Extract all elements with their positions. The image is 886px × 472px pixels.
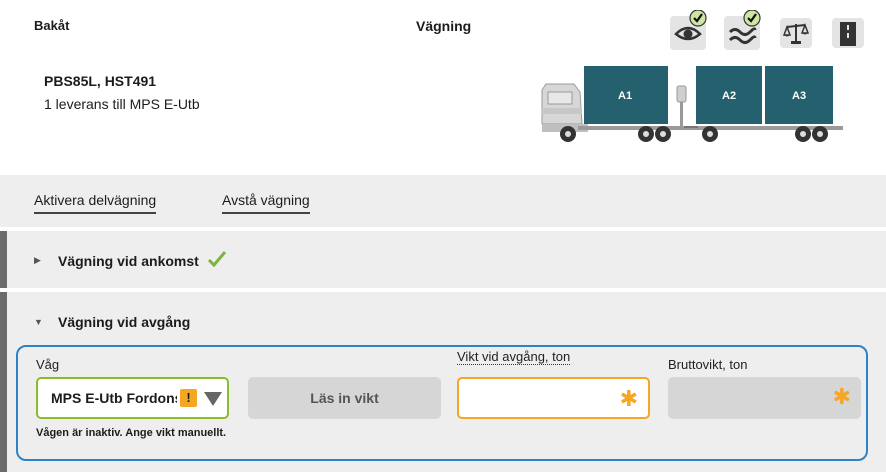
wave-check-icon[interactable]: [722, 9, 762, 50]
arrival-weighing-toggle[interactable]: ▶ Vägning vid ankomst: [34, 250, 227, 271]
vehicle-id: PBS85L, HST491: [44, 73, 157, 89]
expand-triangle-icon: ▶: [34, 255, 41, 265]
page-title: Vägning: [416, 18, 472, 34]
warning-icon: !: [180, 389, 197, 407]
required-asterisk-icon: ✱: [619, 386, 638, 411]
compartment-label: A3: [792, 90, 807, 102]
arrival-weighing-section: ▶ Vägning vid ankomst: [0, 231, 886, 288]
gross-weight-field-wrapper: ✱: [668, 377, 861, 419]
compartment-label: A2: [722, 90, 737, 102]
required-asterisk-icon: ✱: [832, 384, 851, 409]
section-marker: [0, 292, 7, 472]
inactive-scale-hint: Vågen är inaktiv. Ange vikt manuellt.: [36, 427, 227, 439]
section-marker: [0, 231, 7, 288]
action-bar: Aktivera delvägning Avstå vägning: [0, 175, 886, 227]
scale-select[interactable]: MPS E-Utb Fordonsvåg !: [36, 377, 229, 419]
delivery-summary: 1 leverans till MPS E-Utb: [44, 96, 200, 112]
scale-select-value: MPS E-Utb Fordonsvåg: [51, 390, 177, 406]
back-button[interactable]: Bakåt: [34, 18, 69, 33]
road-icon[interactable]: [828, 10, 868, 50]
compartment-label: A1: [618, 90, 633, 102]
eye-check-icon[interactable]: [668, 9, 708, 50]
header-icon-bar: [668, 9, 868, 50]
header: Bakåt Vägning PBS85L, HST491 1 leverans …: [0, 0, 886, 175]
departure-weighing-form: Våg MPS E-Utb Fordonsvåg ! Läs in vikt V…: [16, 345, 868, 461]
departure-weighing-title: Vägning vid avgång: [58, 314, 191, 330]
scale-icon[interactable]: [776, 10, 816, 50]
arrival-weighing-title: Vägning vid ankomst: [58, 252, 199, 269]
dropdown-caret-icon: [204, 392, 222, 406]
activate-partial-weighing-link[interactable]: Aktivera delvägning: [34, 192, 157, 214]
truck-illustration: A1 A2 A3: [538, 62, 848, 152]
gross-weight-label: Bruttovikt, ton: [668, 357, 748, 372]
departure-weighing-toggle[interactable]: ▼ Vägning vid avgång: [34, 314, 190, 330]
read-weight-button[interactable]: Läs in vikt: [248, 377, 441, 419]
departure-weight-label: Vikt vid avgång, ton: [457, 349, 571, 365]
collapse-triangle-icon: ▼: [34, 317, 43, 327]
skip-weighing-link[interactable]: Avstå vägning: [222, 192, 310, 214]
departure-weight-field-wrapper: ✱: [457, 377, 650, 419]
checkmark-icon: [207, 250, 227, 271]
scale-label: Våg: [36, 357, 60, 372]
